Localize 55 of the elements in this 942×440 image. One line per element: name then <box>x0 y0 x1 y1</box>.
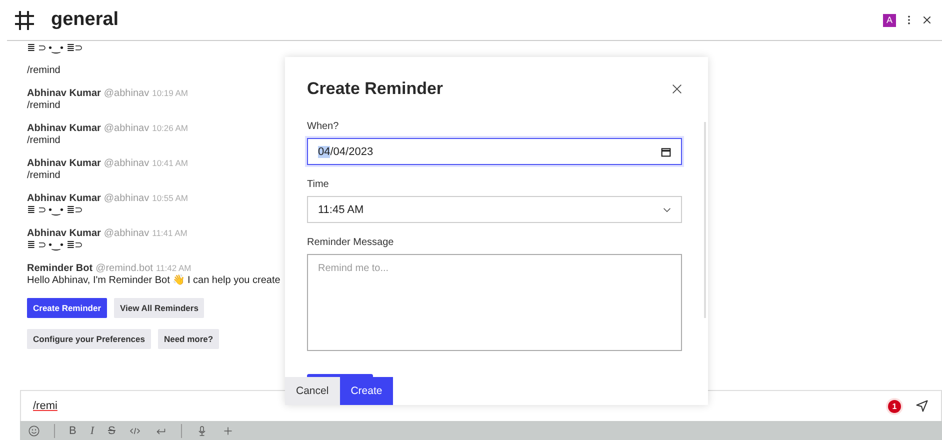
message-text: ≣ ⊃ •‿• ≣⊃ <box>27 43 82 55</box>
field-label: Reminder Message <box>307 237 394 248</box>
message-handle: @abhinav <box>104 123 150 134</box>
plus-icon[interactable] <box>222 424 234 436</box>
message-author: Abhinav Kumar <box>27 158 101 169</box>
channel-title: general <box>51 9 119 31</box>
message-handle: @remind.bot <box>96 263 153 274</box>
format-button[interactable]: I <box>90 424 94 436</box>
message-time: 10:19 AM <box>152 88 188 98</box>
dialog-button[interactable]: Cancel <box>285 377 340 405</box>
emoji-icon[interactable] <box>28 424 40 436</box>
close-icon[interactable] <box>672 84 682 94</box>
calendar-icon[interactable] <box>661 146 671 156</box>
bot-action-button[interactable]: Need more? <box>158 329 220 349</box>
message-handle: @abhinav <box>104 228 150 239</box>
message-textarea[interactable]: Remind me to... <box>307 254 682 351</box>
message-text: Hello Abhinav, I'm Reminder Bot 👋 I can help you create <box>27 275 280 287</box>
message-text: ≣ ⊃ •‿• ≣⊃ <box>27 205 82 217</box>
message-text: /remind <box>27 65 60 77</box>
field-label: When? <box>307 121 339 132</box>
message-author: Abhinav Kumar <box>27 193 101 204</box>
time-dropdown[interactable]: 11:45 AM <box>307 196 682 223</box>
dialog-button[interactable]: Create <box>340 377 394 405</box>
message-author: Abhinav Kumar <box>27 228 101 239</box>
message-time: 10:41 AM <box>152 158 188 168</box>
bot-action-button[interactable]: View All Reminders <box>114 298 204 318</box>
format-button[interactable]: B <box>69 424 76 436</box>
chevron-down-icon <box>663 206 671 212</box>
scrollbar[interactable] <box>704 122 706 318</box>
format-button[interactable]: S <box>108 424 116 436</box>
message-time: 10:55 AM <box>152 193 188 203</box>
message-handle: @abhinav <box>104 88 150 99</box>
bot-action-button[interactable]: Create Reminder <box>27 298 108 318</box>
message-handle: @abhinav <box>104 158 150 169</box>
field-label: Time <box>307 179 329 190</box>
hash-icon <box>13 9 35 31</box>
dialog-title: Create Reminder <box>307 79 444 99</box>
message-author: Reminder Bot <box>27 263 93 274</box>
message-time: 10:26 AM <box>152 123 188 133</box>
message-handle: @abhinav <box>104 193 150 204</box>
message-author: Abhinav Kumar <box>27 123 101 134</box>
message-text: /remind <box>27 100 60 112</box>
message-time: 11:42 AM <box>156 263 192 273</box>
message-text: /remind <box>27 170 60 182</box>
microphone-icon[interactable] <box>196 424 208 436</box>
send-icon[interactable] <box>915 399 929 413</box>
bot-action-button[interactable]: Configure your Preferences <box>27 329 151 349</box>
message-author: Abhinav Kumar <box>27 88 101 99</box>
message-text: ≣ ⊃ •‿• ≣⊃ <box>27 240 82 252</box>
message-time: 11:41 AM <box>152 228 188 238</box>
date-field[interactable]: 04/04/2023 <box>307 138 682 165</box>
close-icon[interactable] <box>922 15 932 25</box>
user-avatar[interactable]: A <box>883 14 896 26</box>
message-text: /remind <box>27 135 60 147</box>
notification-badge: 1 <box>888 400 901 412</box>
